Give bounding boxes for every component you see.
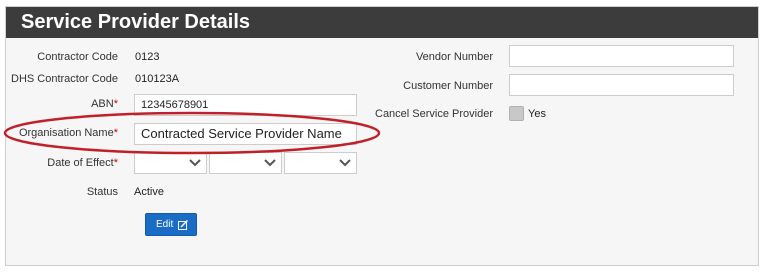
cancel-service-provider-checkbox[interactable] (509, 106, 524, 121)
customer-number-label: Customer Number (403, 80, 493, 92)
chevron-down-icon (264, 159, 276, 167)
customer-number-input[interactable] (509, 74, 734, 96)
edit-button-label: Edit (156, 219, 174, 230)
annotation-ellipse (3, 111, 381, 155)
chevron-down-icon (339, 159, 351, 167)
chevron-down-icon (189, 159, 201, 167)
dhs-contractor-code-value: 010123A (135, 73, 180, 85)
contractor-code-label: Contractor Code (37, 51, 118, 63)
dhs-contractor-code-label: DHS Contractor Code (11, 73, 118, 85)
status-label: Status (86, 186, 118, 198)
vendor-number-label: Vendor Number (415, 51, 493, 63)
page-title: Service Provider Details (6, 7, 758, 38)
edit-button[interactable]: Edit (145, 213, 197, 236)
contractor-code-value: 0123 (135, 51, 160, 63)
status-value: Active (134, 186, 164, 198)
cancel-service-provider-label: Cancel Service Provider (375, 108, 493, 120)
abn-label: ABN* (91, 98, 118, 110)
edit-icon (178, 220, 188, 230)
vendor-number-input[interactable] (509, 45, 734, 67)
date-of-effect-label: Date of Effect* (47, 157, 118, 169)
cancel-yes-label: Yes (528, 108, 546, 120)
